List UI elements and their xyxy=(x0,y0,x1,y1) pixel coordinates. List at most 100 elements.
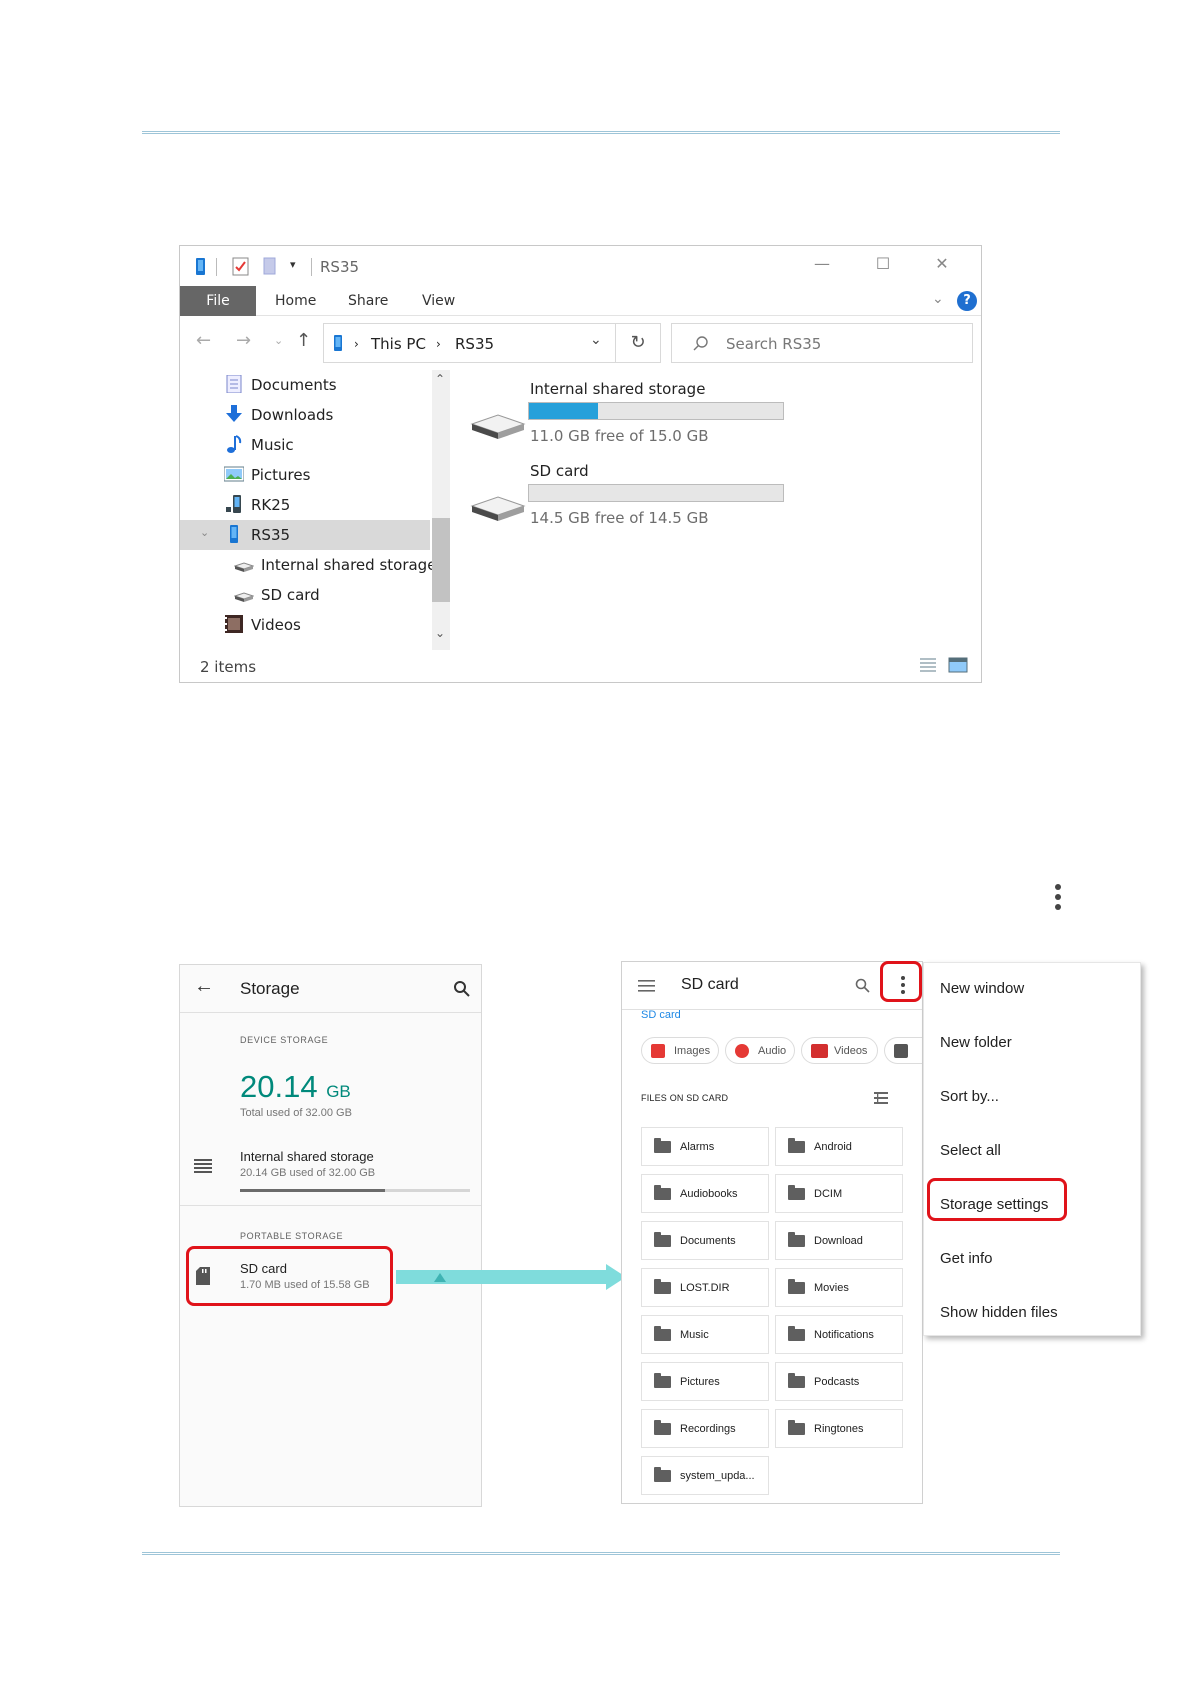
total-used-text: Total used of 32.00 GB xyxy=(240,1107,352,1119)
back-arrow-icon[interactable]: ← xyxy=(194,975,214,998)
folder-item[interactable]: Alarms xyxy=(641,1127,769,1166)
tree-item-rs35[interactable]: ⌄ RS35 xyxy=(180,520,430,550)
drive-usage-bar xyxy=(528,402,784,420)
chip-images[interactable]: Images xyxy=(641,1037,719,1064)
refresh-button[interactable]: ↻ xyxy=(616,323,661,363)
separator xyxy=(216,258,217,276)
menu-item-new-window[interactable]: New window xyxy=(940,980,1024,997)
back-icon[interactable]: ← xyxy=(196,330,211,351)
tree-item-internal-shared-storage[interactable]: Internal shared storage xyxy=(180,550,436,580)
large-icons-view-icon[interactable] xyxy=(948,656,968,674)
menu-icon[interactable] xyxy=(638,980,655,992)
folder-item[interactable]: Android xyxy=(775,1127,903,1166)
tree-item-music[interactable]: Music xyxy=(180,430,430,460)
folder-label: Audiobooks xyxy=(680,1188,738,1200)
minimize-button[interactable]: — xyxy=(807,254,837,273)
scroll-thumb[interactable] xyxy=(432,518,450,602)
tree-item-documents[interactable]: Documents xyxy=(180,370,430,400)
menu-item-show-hidden-files[interactable]: Show hidden files xyxy=(940,1304,1058,1321)
arrow-right-icon xyxy=(396,1264,626,1290)
tree-item-rk25[interactable]: RK25 xyxy=(180,490,430,520)
chip-audio[interactable]: Audio xyxy=(725,1037,795,1064)
drive-sd-card[interactable]: SD card 14.5 GB free of 14.5 GB xyxy=(470,462,892,542)
storage-screen: ← Storage DEVICE STORAGE 20.14 GB Total … xyxy=(179,964,482,1507)
folder-item[interactable]: Download xyxy=(775,1221,903,1260)
help-icon[interactable]: ? xyxy=(957,291,977,311)
more-vert-icon xyxy=(1055,884,1061,910)
folder-icon xyxy=(788,1279,805,1294)
folder-label: Pictures xyxy=(680,1376,720,1388)
chip-label: Audio xyxy=(758,1045,787,1057)
search-input[interactable]: Search RS35 xyxy=(671,323,973,363)
tree-scrollbar[interactable]: ⌃ ⌄ xyxy=(432,370,450,650)
search-icon[interactable] xyxy=(453,980,471,998)
menu-item-sort-by[interactable]: Sort by... xyxy=(940,1088,999,1105)
expand-ribbon-icon[interactable]: ⌄ xyxy=(932,291,944,307)
menu-item-get-info[interactable]: Get info xyxy=(940,1250,993,1267)
properties-icon[interactable] xyxy=(232,256,250,276)
folder-item[interactable]: LOST.DIR xyxy=(641,1268,769,1307)
menu-item-new-folder[interactable]: New folder xyxy=(940,1034,1012,1051)
tree-item-downloads[interactable]: Downloads xyxy=(180,400,430,430)
breadcrumb-rs35[interactable]: RS35 xyxy=(455,335,494,353)
tree-item-pictures[interactable]: Pictures xyxy=(180,460,430,490)
folder-item[interactable]: DCIM xyxy=(775,1174,903,1213)
tree-item-videos[interactable]: Videos xyxy=(180,610,430,640)
tree-item-label: SD card xyxy=(261,586,320,604)
folder-icon xyxy=(788,1232,805,1247)
separator xyxy=(311,258,312,276)
folder-icon xyxy=(654,1185,671,1200)
tree-item-sd-card[interactable]: SD card xyxy=(180,580,430,610)
address-bar[interactable]: › This PC › RS35 ⌄ xyxy=(323,323,616,363)
close-button[interactable]: ✕ xyxy=(927,254,957,273)
tab-file[interactable]: File xyxy=(180,286,256,316)
customize-quick-access-icon[interactable]: ▾ xyxy=(290,258,296,271)
navigation-tree: Documents Downloads Music Pictures RK25 … xyxy=(180,370,436,650)
folder-item[interactable]: Notifications xyxy=(775,1315,903,1354)
folder-item[interactable]: Audiobooks xyxy=(641,1174,769,1213)
folder-item[interactable]: Recordings xyxy=(641,1409,769,1448)
menu-item-select-all[interactable]: Select all xyxy=(940,1142,1001,1159)
maximize-button[interactable]: ☐ xyxy=(868,254,898,273)
address-dropdown-icon[interactable]: ⌄ xyxy=(590,332,602,348)
breadcrumb-this-pc[interactable]: This PC xyxy=(371,335,426,353)
chip-videos[interactable]: Videos xyxy=(801,1037,878,1064)
folder-label: Alarms xyxy=(680,1141,715,1153)
forward-icon[interactable]: → xyxy=(236,330,251,351)
folder-item[interactable]: Music xyxy=(641,1315,769,1354)
section-header-device-storage: DEVICE STORAGE xyxy=(240,1035,329,1045)
sd-card-highlight xyxy=(186,1246,393,1306)
used-unit: GB xyxy=(326,1082,351,1101)
videos-icon xyxy=(225,615,243,633)
chip-documents[interactable] xyxy=(884,1037,922,1064)
list-view-icon[interactable] xyxy=(874,1092,888,1104)
new-folder-icon[interactable] xyxy=(262,256,278,276)
scroll-down-icon[interactable]: ⌄ xyxy=(435,626,445,640)
drive-free-space: 14.5 GB free of 14.5 GB xyxy=(530,509,709,527)
folder-icon xyxy=(788,1420,805,1435)
search-icon[interactable] xyxy=(855,978,871,994)
search-icon xyxy=(693,336,708,351)
tab-home[interactable]: Home xyxy=(275,293,316,309)
folder-item[interactable]: Movies xyxy=(775,1268,903,1307)
folder-item[interactable]: Pictures xyxy=(641,1362,769,1401)
drive-internal-shared-storage[interactable]: Internal shared storage 11.0 GB free of … xyxy=(470,380,892,460)
folder-icon xyxy=(654,1232,671,1247)
folder-item[interactable]: system_upda... xyxy=(641,1456,769,1495)
recent-locations-icon[interactable]: ⌄ xyxy=(274,334,283,347)
videos-icon xyxy=(811,1044,828,1058)
folder-item[interactable]: Documents xyxy=(641,1221,769,1260)
tab-share[interactable]: Share xyxy=(348,293,388,309)
up-icon[interactable]: ↑ xyxy=(296,330,311,351)
folder-label: system_upda... xyxy=(680,1470,755,1482)
folder-icon xyxy=(788,1326,805,1341)
details-view-icon[interactable] xyxy=(918,656,938,674)
folder-item[interactable]: Ringtones xyxy=(775,1409,903,1448)
scroll-up-icon[interactable]: ⌃ xyxy=(435,372,445,386)
tab-view[interactable]: View xyxy=(422,293,455,309)
folder-icon xyxy=(788,1373,805,1388)
folder-icon xyxy=(654,1326,671,1341)
folder-label: Music xyxy=(680,1329,709,1341)
folder-item[interactable]: Podcasts xyxy=(775,1362,903,1401)
breadcrumb[interactable]: SD card xyxy=(641,1009,681,1021)
